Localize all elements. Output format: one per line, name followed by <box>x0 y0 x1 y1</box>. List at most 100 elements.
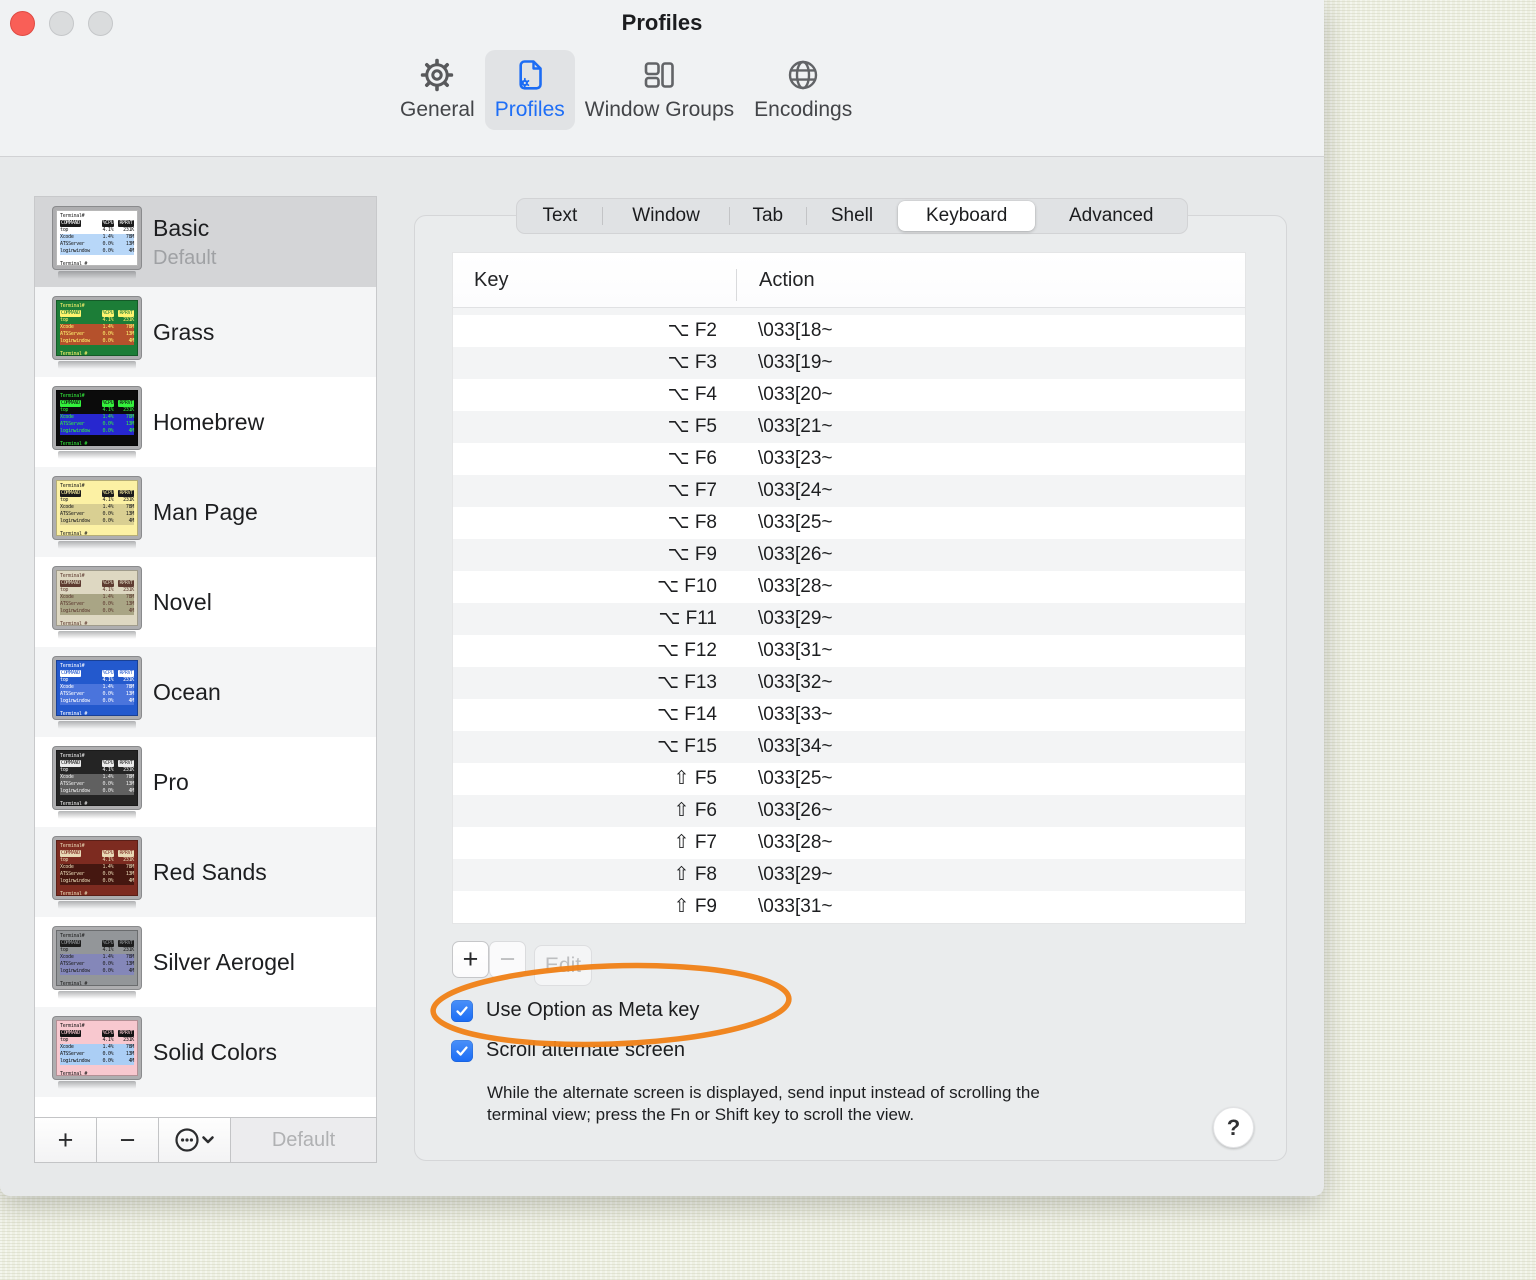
key-mapping-row[interactable]: ⌥ F8 \033[25~ <box>453 507 1245 539</box>
globe-icon <box>784 56 822 94</box>
key-cell: ⌥ F14 <box>657 704 717 725</box>
thumbnail-reflection <box>58 361 136 369</box>
ellipsis-circle-chevron-icon <box>174 1128 214 1152</box>
key-cell: ⌥ F12 <box>657 640 717 661</box>
key-mapping-row[interactable]: ⌥ F3 \033[19~ <box>453 347 1245 379</box>
action-cell: \033[34~ <box>758 736 833 757</box>
key-mapping-table[interactable]: Key Action ⌥ F2 \033[18~ ⌥ F3 \033[19~ ⌥ F4 \… <box>452 252 1246 924</box>
profile-item-solid-colors[interactable]: Terminal# COMMAND %CPU RPRVT top 4.1% 231K Xcod… <box>35 1007 376 1097</box>
profile-item-basic[interactable]: Terminal# COMMAND %CPU RPRVT top 4.1% 231K Xcod… <box>35 197 376 287</box>
action-cell: \033[31~ <box>758 640 833 661</box>
key-cell: ⇧ F7 <box>673 832 717 853</box>
action-cell: \033[23~ <box>758 448 833 469</box>
remove-profile-button[interactable]: − <box>97 1118 159 1162</box>
profile-item-ocean[interactable]: Terminal# COMMAND %CPU RPRVT top 4.1% 231K Xcod… <box>35 647 376 737</box>
more-options-button[interactable] <box>159 1118 231 1162</box>
key-mapping-row[interactable]: ⌥ F6 \033[23~ <box>453 443 1245 475</box>
key-cell: ⇧ F6 <box>673 800 717 821</box>
add-key-button[interactable]: + <box>452 941 489 978</box>
key-mapping-row[interactable]: ⇧ F8 \033[29~ <box>453 859 1245 891</box>
toolbar-item-encodings[interactable]: Encodings <box>744 50 862 130</box>
toolbar-item-profiles[interactable]: Profiles <box>484 50 575 130</box>
thumbnail-reflection <box>58 631 136 639</box>
profile-thumbnail: Terminal# COMMAND %CPU RPRVT top 4.1% 231K Xcod… <box>53 747 141 819</box>
tab-keyboard[interactable]: Keyboard <box>897 201 1036 231</box>
profile-name: Basic <box>153 214 210 241</box>
key-mapping-row[interactable]: ⌥ F9 \033[26~ <box>453 539 1245 571</box>
key-cell: ⌥ F10 <box>657 576 717 597</box>
key-cell: ⌥ F15 <box>657 736 717 757</box>
key-mapping-row[interactable]: ⌥ F14 \033[33~ <box>453 699 1245 731</box>
scroll-alternate-screen-row: Scroll alternate screen <box>451 1039 685 1062</box>
toolbar-label-general: General <box>400 98 475 121</box>
profile-document-icon <box>511 56 549 94</box>
profile-item-homebrew[interactable]: Terminal# COMMAND %CPU RPRVT top 4.1% 231K Xcod… <box>35 377 376 467</box>
profile-name: Homebrew <box>153 408 265 435</box>
table-header-gap <box>453 308 1245 315</box>
action-cell: \033[25~ <box>758 512 833 533</box>
scroll-alternate-screen-label: Scroll alternate screen <box>486 1039 685 1061</box>
tab-shell[interactable]: Shell <box>805 199 898 233</box>
thumbnail-reflection <box>58 991 136 999</box>
key-mapping-row[interactable]: ⌥ F10 \033[28~ <box>453 571 1245 603</box>
profile-list: Terminal# COMMAND %CPU RPRVT top 4.1% 231K Xcod… <box>35 197 376 1117</box>
profile-name: Man Page <box>153 498 258 525</box>
profile-item-grass[interactable]: Terminal# COMMAND %CPU RPRVT top 4.1% 231K Xcod… <box>35 287 376 377</box>
profile-item-silver-aerogel[interactable]: Terminal# COMMAND %CPU RPRVT top 4.1% 231K Xcod… <box>35 917 376 1007</box>
help-button[interactable]: ? <box>1213 1107 1254 1148</box>
tab-window[interactable]: Window <box>602 199 730 233</box>
remove-key-button[interactable]: − <box>489 941 526 978</box>
action-cell: \033[25~ <box>758 768 833 789</box>
key-mapping-row[interactable]: ⌥ F4 \033[20~ <box>453 379 1245 411</box>
key-mapping-row[interactable]: ⌥ F5 \033[21~ <box>453 411 1245 443</box>
profile-settings-panel: Text Window Tab Shell Keyboard Advanced Key A… <box>414 198 1287 1161</box>
settings-tab-bar: Text Window Tab Shell Keyboard Advanced <box>516 198 1188 234</box>
key-cell: ⌥ F2 <box>667 320 717 341</box>
tab-tab[interactable]: Tab <box>728 199 806 233</box>
column-header-action: Action <box>759 269 815 291</box>
profile-name: Novel <box>153 588 212 615</box>
tab-text[interactable]: Text <box>517 199 603 233</box>
key-cell: ⌥ F8 <box>667 512 717 533</box>
key-cell: ⌥ F13 <box>657 672 717 693</box>
key-mapping-row[interactable]: ⌥ F13 \033[32~ <box>453 667 1245 699</box>
key-mapping-row[interactable]: ⌥ F2 \033[18~ <box>453 315 1245 347</box>
table-body: ⌥ F2 \033[18~ ⌥ F3 \033[19~ ⌥ F4 \033[20~ ⌥ F5… <box>453 315 1245 923</box>
use-option-as-meta-checkbox[interactable] <box>451 999 473 1022</box>
toolbar-item-window-groups[interactable]: Window Groups <box>575 50 744 130</box>
profile-name: Solid Colors <box>153 1038 277 1065</box>
toolbar-item-general[interactable]: General <box>390 50 485 130</box>
sidebar-toolbar: + − Default <box>34 1117 377 1163</box>
thumbnail-reflection <box>58 541 136 549</box>
terminal-preferences-window: Profiles General Profiles Window Groups … <box>0 0 1324 1196</box>
scroll-alternate-screen-checkbox[interactable] <box>451 1039 473 1062</box>
profile-item-man-page[interactable]: Terminal# COMMAND %CPU RPRVT top 4.1% 231K Xcod… <box>35 467 376 557</box>
edit-key-button[interactable]: Edit <box>534 945 592 986</box>
profile-item-novel[interactable]: Terminal# COMMAND %CPU RPRVT top 4.1% 231K Xcod… <box>35 557 376 647</box>
action-cell: \033[26~ <box>758 800 833 821</box>
profile-thumbnail: Terminal# COMMAND %CPU RPRVT top 4.1% 231K Xcod… <box>53 1017 141 1089</box>
column-header-key: Key <box>474 269 509 291</box>
key-mapping-row[interactable]: ⇧ F7 \033[28~ <box>453 827 1245 859</box>
key-mapping-row[interactable]: ⌥ F15 \033[34~ <box>453 731 1245 763</box>
action-cell: \033[32~ <box>758 672 833 693</box>
key-mapping-row[interactable]: ⌥ F7 \033[24~ <box>453 475 1245 507</box>
key-mapping-row[interactable]: ⇧ F6 \033[26~ <box>453 795 1245 827</box>
titlebar: Profiles General Profiles Window Groups … <box>0 0 1324 157</box>
profile-item-pro[interactable]: Terminal# COMMAND %CPU RPRVT top 4.1% 231K Xcod… <box>35 737 376 827</box>
window-groups-icon <box>640 56 678 94</box>
tab-advanced[interactable]: Advanced <box>1035 199 1187 233</box>
key-mapping-row[interactable]: ⇧ F9 \033[31~ <box>453 891 1245 923</box>
key-mapping-row[interactable]: ⇧ F5 \033[25~ <box>453 763 1245 795</box>
action-cell: \033[26~ <box>758 544 833 565</box>
key-mapping-row[interactable]: ⌥ F12 \033[31~ <box>453 635 1245 667</box>
default-button[interactable]: Default <box>231 1118 376 1162</box>
add-profile-button[interactable]: + <box>35 1118 97 1162</box>
profile-thumbnail: Terminal# COMMAND %CPU RPRVT top 4.1% 231K Xcod… <box>53 207 141 279</box>
profile-item-red-sands[interactable]: Terminal# COMMAND %CPU RPRVT top 4.1% 231K Xcod… <box>35 827 376 917</box>
profile-thumbnail: Terminal# COMMAND %CPU RPRVT top 4.1% 231K Xcod… <box>53 657 141 729</box>
use-option-as-meta-row: Use Option as Meta key <box>451 999 699 1022</box>
key-mapping-row[interactable]: ⌥ F11 \033[29~ <box>453 603 1245 635</box>
action-cell: \033[20~ <box>758 384 833 405</box>
key-cell: ⌥ F6 <box>667 448 717 469</box>
